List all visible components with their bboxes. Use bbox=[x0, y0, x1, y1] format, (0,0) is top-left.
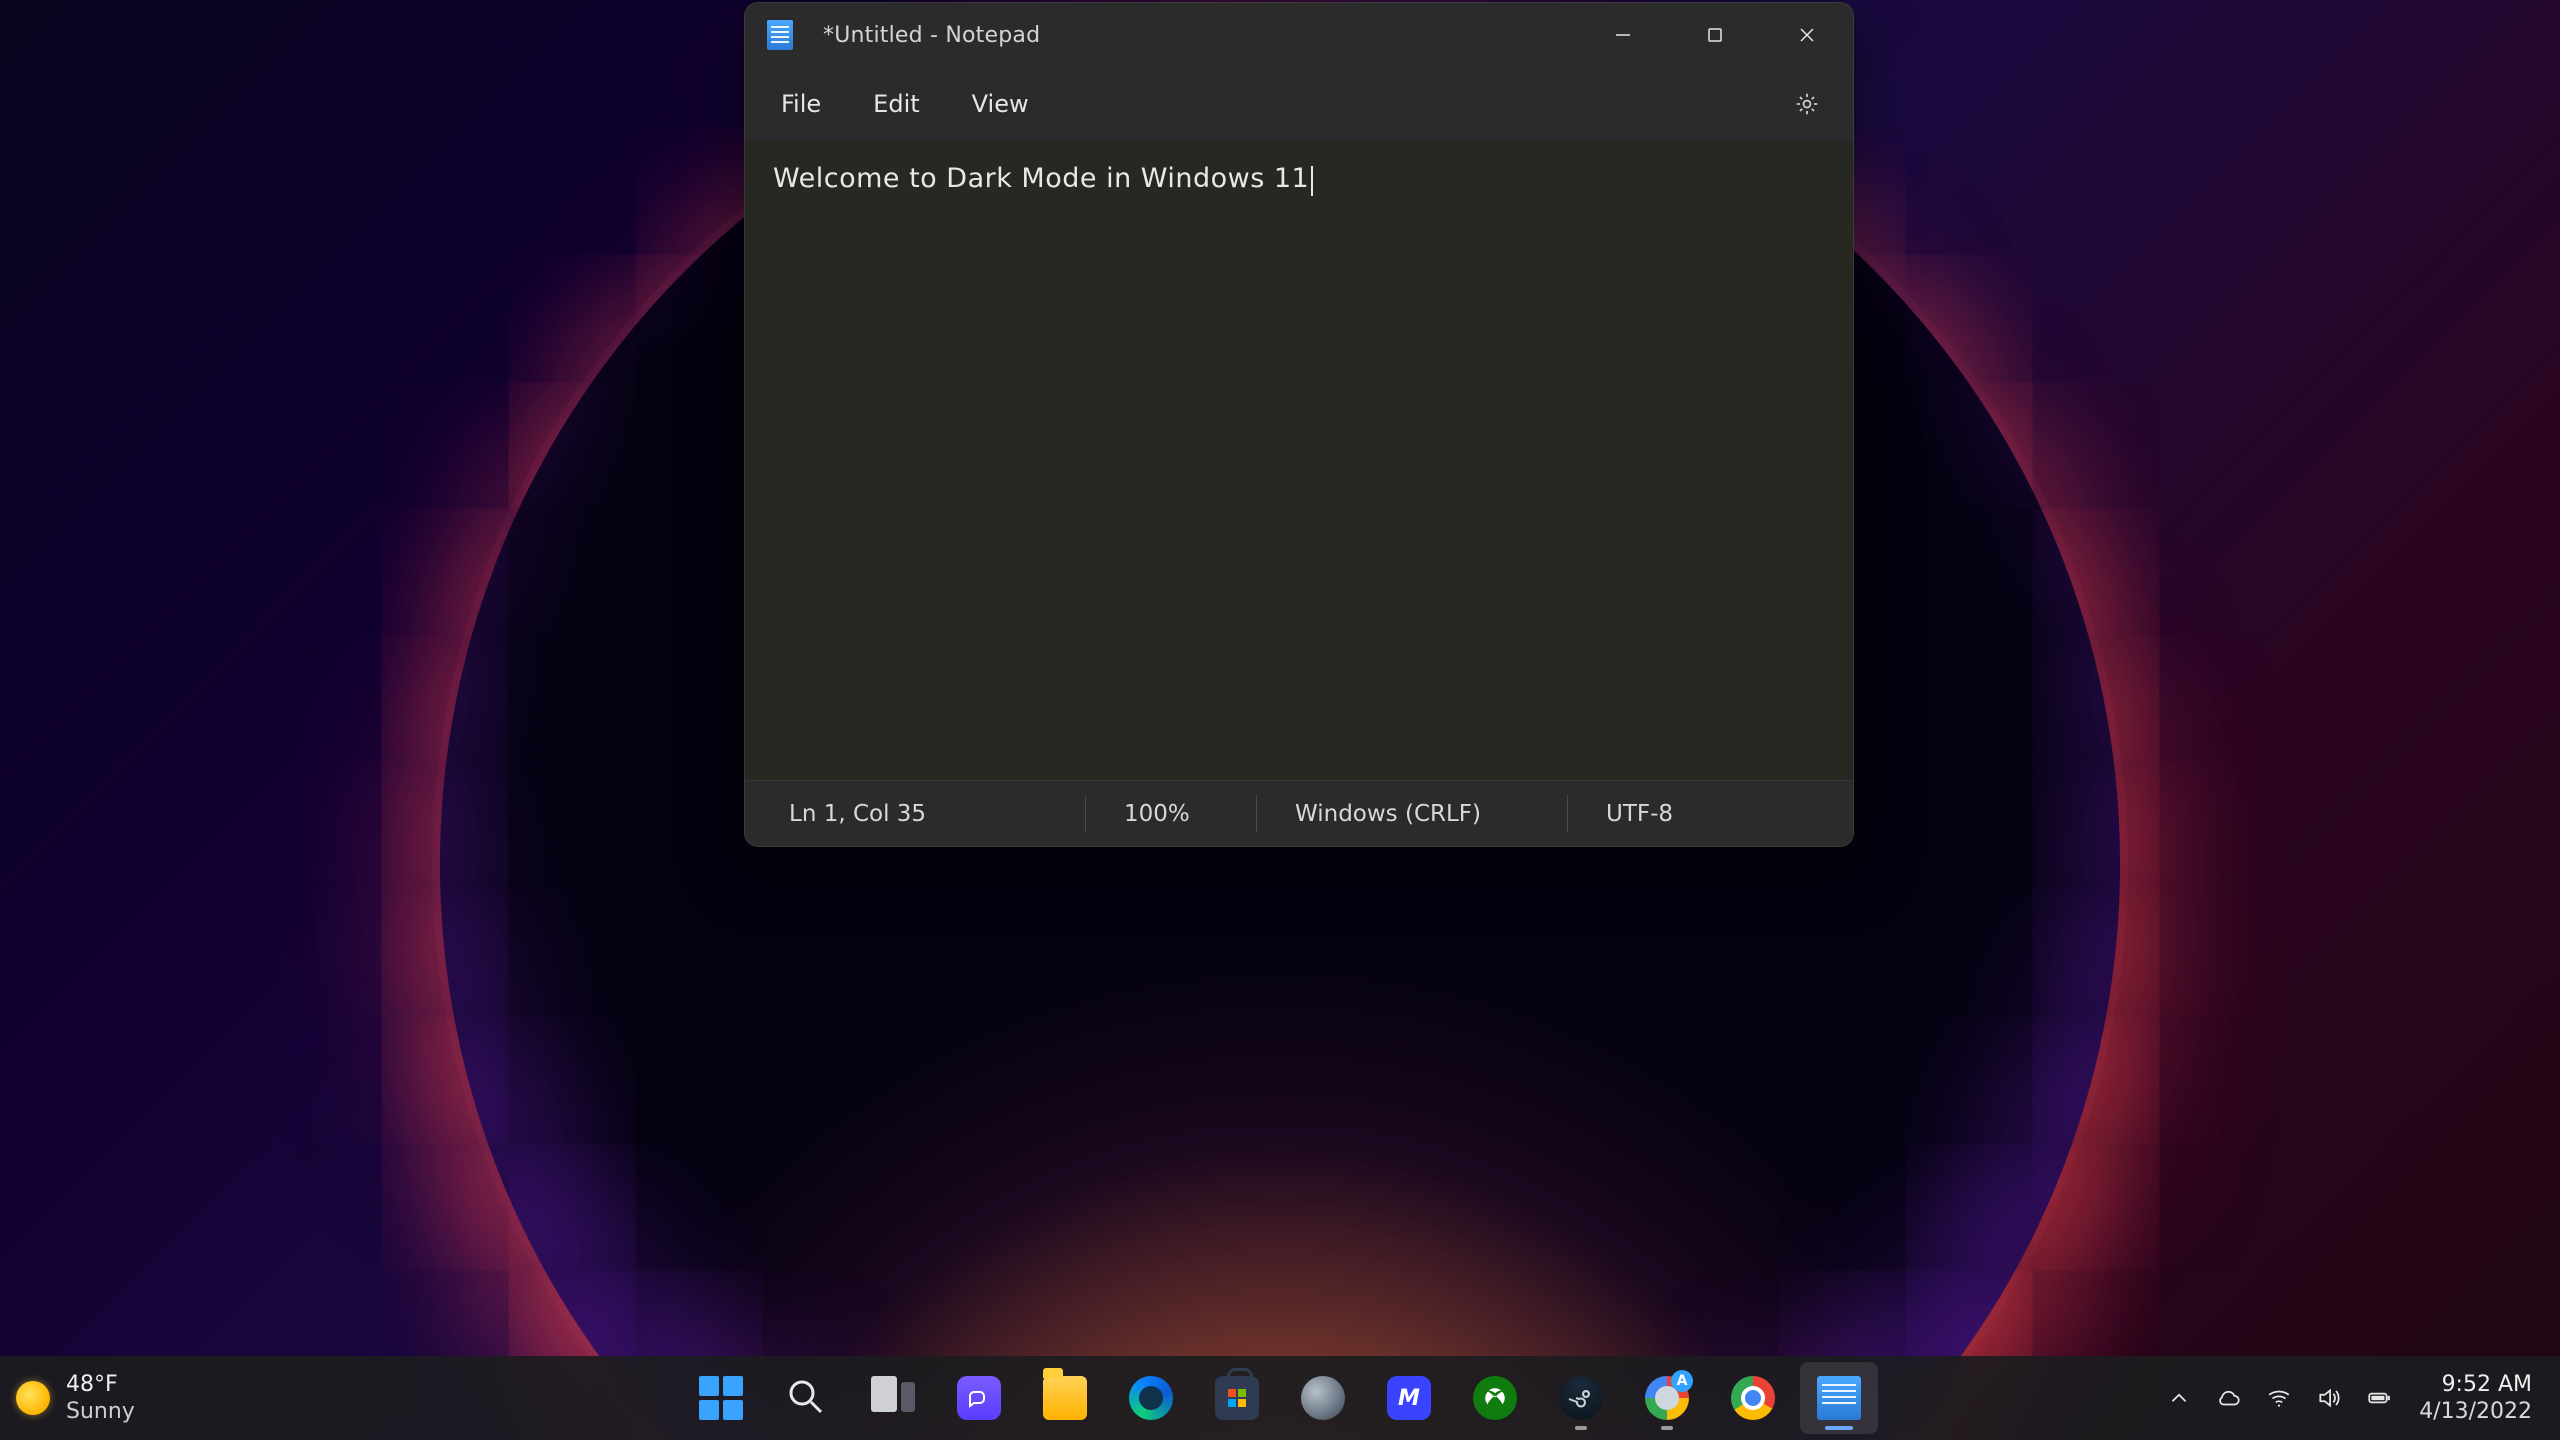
close-button[interactable] bbox=[1761, 3, 1853, 67]
tray-battery[interactable] bbox=[2357, 1376, 2401, 1420]
taskbar-explorer[interactable] bbox=[1026, 1362, 1104, 1434]
status-zoom[interactable]: 100% bbox=[1086, 781, 1256, 846]
edge-icon bbox=[1129, 1376, 1173, 1420]
text-editor[interactable]: Welcome to Dark Mode in Windows 11 bbox=[745, 141, 1853, 780]
status-encoding[interactable]: UTF-8 bbox=[1568, 781, 1728, 846]
clock-time: 9:52 AM bbox=[2419, 1371, 2532, 1399]
battery-icon bbox=[2366, 1385, 2392, 1411]
system-tray: 9:52 AM 4/13/2022 bbox=[2157, 1371, 2544, 1426]
desktop: *Untitled - Notepad File Edit View bbox=[0, 0, 2560, 1440]
notepad-icon bbox=[767, 20, 793, 50]
search-icon bbox=[785, 1376, 829, 1420]
tray-volume[interactable] bbox=[2307, 1376, 2351, 1420]
menu-file[interactable]: File bbox=[755, 80, 847, 128]
menu-edit[interactable]: Edit bbox=[847, 80, 945, 128]
maximize-button[interactable] bbox=[1669, 3, 1761, 67]
blue-app-icon: M bbox=[1387, 1376, 1431, 1420]
taskbar-steam[interactable] bbox=[1542, 1362, 1620, 1434]
running-indicator bbox=[1825, 1426, 1853, 1430]
weather-condition: Sunny bbox=[66, 1398, 135, 1426]
window-title: *Untitled - Notepad bbox=[823, 23, 1040, 48]
task-view-icon bbox=[871, 1376, 915, 1420]
grey-sphere-icon bbox=[1301, 1376, 1345, 1420]
menubar: File Edit View bbox=[745, 67, 1853, 141]
taskbar-edge[interactable] bbox=[1112, 1362, 1190, 1434]
minimize-icon bbox=[1614, 26, 1632, 44]
editor-content: Welcome to Dark Mode in Windows 11 bbox=[773, 163, 1309, 194]
taskbar-chat[interactable] bbox=[940, 1362, 1018, 1434]
gear-icon bbox=[1794, 91, 1820, 117]
taskbar-chrome-canary[interactable]: A bbox=[1628, 1362, 1706, 1434]
tray-onedrive[interactable] bbox=[2207, 1376, 2251, 1420]
task-view-button[interactable] bbox=[854, 1362, 932, 1434]
speaker-icon bbox=[2316, 1385, 2342, 1411]
chat-icon bbox=[957, 1376, 1001, 1420]
taskbar-app-grey[interactable] bbox=[1284, 1362, 1362, 1434]
file-explorer-icon bbox=[1043, 1376, 1087, 1420]
store-icon bbox=[1215, 1376, 1259, 1420]
running-indicator bbox=[1575, 1426, 1587, 1430]
status-position: Ln 1, Col 35 bbox=[745, 781, 1085, 846]
window-controls bbox=[1577, 3, 1853, 67]
text-cursor bbox=[1311, 166, 1313, 196]
chevron-up-icon bbox=[2166, 1385, 2192, 1411]
running-indicator bbox=[1661, 1426, 1673, 1430]
notepad-icon bbox=[1817, 1376, 1861, 1420]
start-button[interactable] bbox=[682, 1362, 760, 1434]
cloud-icon bbox=[2216, 1385, 2242, 1411]
update-badge: A bbox=[1671, 1370, 1693, 1392]
taskbar-xbox[interactable] bbox=[1456, 1362, 1534, 1434]
taskbar-app-blue[interactable]: M bbox=[1370, 1362, 1448, 1434]
taskbar: 48°F Sunny bbox=[0, 1356, 2560, 1440]
weather-widget[interactable]: 48°F Sunny bbox=[16, 1371, 276, 1426]
weather-temp: 48°F bbox=[66, 1371, 135, 1399]
xbox-icon bbox=[1473, 1376, 1517, 1420]
chrome-icon bbox=[1731, 1376, 1775, 1420]
taskbar-store[interactable] bbox=[1198, 1362, 1276, 1434]
steam-icon bbox=[1559, 1376, 1603, 1420]
minimize-button[interactable] bbox=[1577, 3, 1669, 67]
notepad-window: *Untitled - Notepad File Edit View bbox=[744, 2, 1854, 847]
search-button[interactable] bbox=[768, 1362, 846, 1434]
tray-wifi[interactable] bbox=[2257, 1376, 2301, 1420]
clock-date: 4/13/2022 bbox=[2419, 1398, 2532, 1426]
taskbar-notepad[interactable] bbox=[1800, 1362, 1878, 1434]
settings-button[interactable] bbox=[1783, 80, 1831, 128]
close-icon bbox=[1798, 26, 1816, 44]
menu-view[interactable]: View bbox=[946, 80, 1055, 128]
taskbar-clock[interactable]: 9:52 AM 4/13/2022 bbox=[2407, 1371, 2544, 1426]
maximize-icon bbox=[1706, 26, 1724, 44]
taskbar-chrome[interactable] bbox=[1714, 1362, 1792, 1434]
titlebar[interactable]: *Untitled - Notepad bbox=[745, 3, 1853, 67]
taskbar-center: M A bbox=[682, 1356, 1878, 1440]
status-eol[interactable]: Windows (CRLF) bbox=[1257, 781, 1567, 846]
windows-icon bbox=[699, 1376, 743, 1420]
wifi-icon bbox=[2266, 1385, 2292, 1411]
sun-icon bbox=[16, 1381, 50, 1415]
statusbar: Ln 1, Col 35 100% Windows (CRLF) UTF-8 bbox=[745, 780, 1853, 846]
tray-overflow[interactable] bbox=[2157, 1376, 2201, 1420]
chrome-canary-icon: A bbox=[1645, 1376, 1689, 1420]
